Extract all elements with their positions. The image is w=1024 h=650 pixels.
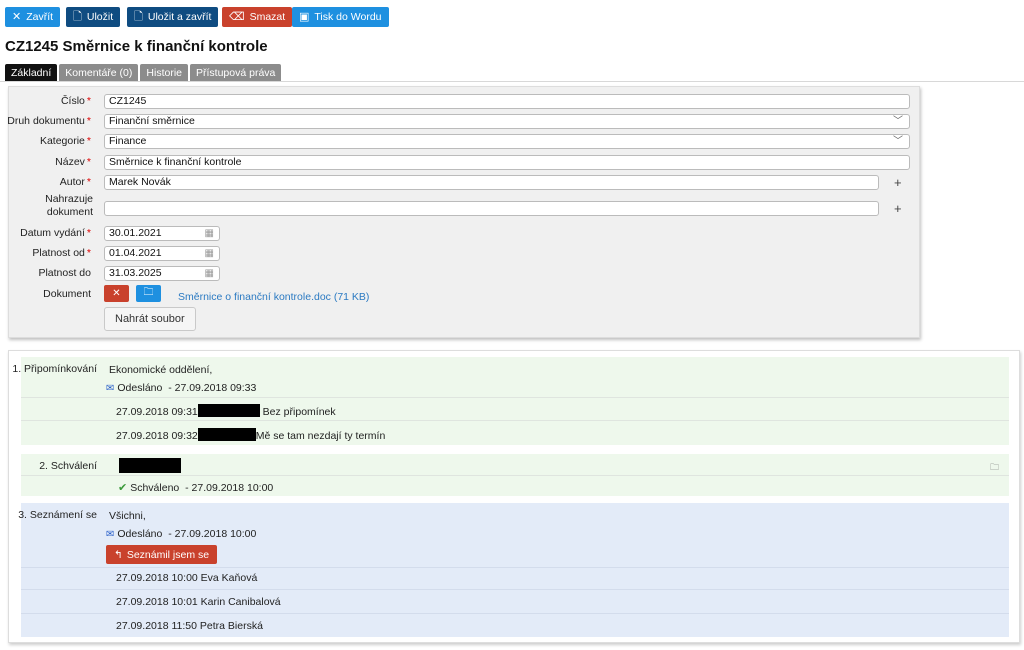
toolbar: ✕ Zavřít 🗋 Uložit 🗋 Uložit a zavřít ⌫ Sm… xyxy=(5,7,389,27)
remove-file-button[interactable]: ✕ xyxy=(104,285,129,302)
close-button[interactable]: ✕ Zavřít xyxy=(5,7,61,27)
tab-access-rights[interactable]: Přístupová práva xyxy=(190,64,282,81)
step-recipient: Ekonomické oddělení, xyxy=(109,364,213,376)
folder-icon: 🗀 xyxy=(143,287,154,298)
number-field[interactable]: CZ1245 xyxy=(104,94,910,109)
step-recipient: Všichni, xyxy=(109,510,146,522)
page-title: CZ1245 Směrnice k finanční kontrole xyxy=(5,38,268,55)
chevron-down-icon: ﹀ xyxy=(893,116,903,127)
add-replaced-document-button[interactable]: + xyxy=(894,202,902,215)
workflow-step-comments: 1. Připomínkování Ekonomické oddělení, ✉… xyxy=(12,357,1009,445)
list-item: 27.09.2018 10:00 Eva Kaňová xyxy=(116,572,258,584)
document-label: Dokument xyxy=(43,288,91,300)
calendar-icon[interactable]: ▦ xyxy=(205,227,214,240)
workflow-step-acknowledgement: 3. Seznámení se Všichni, ✉ Odesláno - 27.… xyxy=(18,503,1009,637)
list-item: 27.09.2018 09:31 Bez připomínek xyxy=(116,404,336,418)
redacted-name xyxy=(197,428,256,441)
document-type-label: Druh dokumentu * xyxy=(7,115,91,127)
folder-icon[interactable]: 🗀 xyxy=(990,460,999,476)
issue-date-label: Datum vydání * xyxy=(20,227,91,239)
redacted-name xyxy=(197,404,260,417)
document-icon: 🗋 xyxy=(134,10,143,23)
document-form: Číslo * CZ1245 Druh dokumentu * Finanční s… xyxy=(7,86,920,338)
tab-divider xyxy=(0,81,1024,82)
chevron-down-icon: ﹀ xyxy=(893,136,903,147)
save-button[interactable]: 🗋 Uložit xyxy=(66,7,121,27)
envelope-icon: ✉ xyxy=(106,383,115,394)
document-type-select[interactable]: Finanční směrnice ﹀ xyxy=(104,114,910,129)
tab-comments[interactable]: Komentáře (0) xyxy=(59,64,139,81)
step-status: ✉ Odesláno - 27.09.2018 10:00 xyxy=(106,528,257,540)
step-label: 2. Schválení xyxy=(39,460,97,472)
valid-from-label: Platnost od * xyxy=(32,247,91,259)
upload-file-button[interactable]: Nahrát soubor xyxy=(104,307,196,331)
step-status: ✔ Schváleno - 27.09.2018 10:00 xyxy=(118,482,274,494)
name-label: Název * xyxy=(55,156,91,168)
word-icon: ▣ xyxy=(299,10,310,23)
acknowledge-button[interactable]: ↰ Seznámil jsem se xyxy=(106,545,218,564)
category-select[interactable]: Finance ﹀ xyxy=(104,134,910,149)
delete-button[interactable]: ⌫ Smazat xyxy=(222,7,293,27)
envelope-icon: ✉ xyxy=(106,529,115,540)
close-icon: ✕ xyxy=(12,10,22,23)
list-item: 27.09.2018 10:01 Karin Canibalová xyxy=(116,596,281,608)
list-item: 27.09.2018 11:50 Petra Bierská xyxy=(116,620,263,632)
calendar-icon[interactable]: ▦ xyxy=(205,247,214,260)
tab-history[interactable]: Historie xyxy=(140,64,188,81)
author-label: Autor * xyxy=(59,176,91,188)
list-item: 27.09.2018 09:32 Mě se tam nezdají ty ter… xyxy=(116,428,386,442)
divider xyxy=(21,420,1009,421)
step-status: ✉ Odesláno - 27.09.2018 09:33 xyxy=(106,382,257,394)
category-label: Kategorie * xyxy=(39,135,91,147)
divider xyxy=(21,613,1009,614)
valid-to-label: Platnost do xyxy=(38,267,91,279)
save-and-close-button[interactable]: 🗋 Uložit a zavřít xyxy=(127,7,219,27)
workflow-step-approval: 2. Schválení 🗀 ✔ Schváleno - 27.09.2018 1… xyxy=(21,454,1009,496)
valid-to-field[interactable]: 31.03.2025 ▦ xyxy=(104,266,220,281)
redacted-name xyxy=(119,458,181,473)
divider xyxy=(21,475,1009,476)
print-to-word-button[interactable]: ▣ Tisk do Wordu xyxy=(292,7,389,27)
step-label: 3. Seznámení se xyxy=(18,509,97,521)
reply-icon: ↰ xyxy=(114,548,123,561)
valid-from-field[interactable]: 01.04.2021 ▦ xyxy=(104,246,220,261)
replaces-document-field[interactable] xyxy=(104,201,879,216)
divider xyxy=(21,567,1009,568)
open-file-button[interactable]: 🗀 xyxy=(136,285,161,302)
name-field[interactable]: Směrnice k finanční kontrole xyxy=(104,155,910,170)
divider xyxy=(21,397,1009,398)
calendar-icon[interactable]: ▦ xyxy=(205,267,214,280)
workflow-panel: 1. Připomínkování Ekonomické oddělení, ✉… xyxy=(8,350,1020,643)
eraser-icon: ⌫ xyxy=(229,10,245,23)
issue-date-field[interactable]: 30.01.2021 ▦ xyxy=(104,226,220,241)
add-author-button[interactable]: + xyxy=(894,176,902,189)
number-label: Číslo * xyxy=(60,95,91,107)
close-icon: ✕ xyxy=(112,288,121,299)
document-icon: 🗋 xyxy=(73,10,82,23)
step-label: 1. Připomínkování xyxy=(12,363,97,375)
author-field[interactable]: Marek Novák xyxy=(104,175,879,190)
tab-basic[interactable]: Základní xyxy=(5,64,58,81)
tab-bar: Základní Komentáře (0) Historie Přístupo… xyxy=(5,64,282,81)
check-icon: ✔ xyxy=(118,482,128,494)
document-file-link[interactable]: Směrnice o finanční kontrole.doc (71 KB) xyxy=(178,291,369,303)
replaces-document-label: Nahrazuje dokument xyxy=(45,193,93,218)
divider xyxy=(21,589,1009,590)
